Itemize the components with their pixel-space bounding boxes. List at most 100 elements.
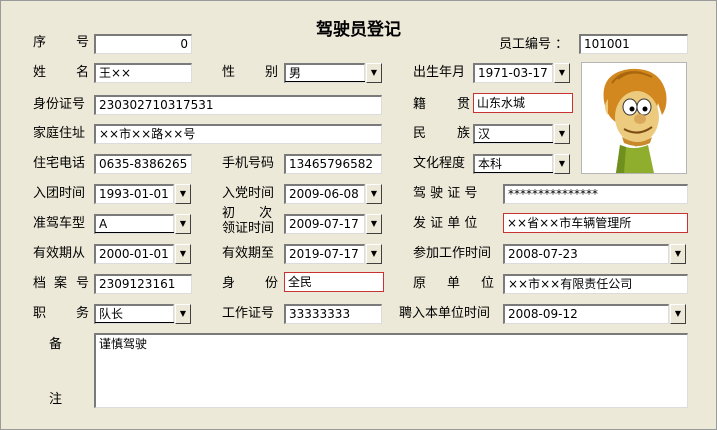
label-seq-2: 号 (76, 35, 90, 50)
chevron-down-icon: ▼ (179, 189, 187, 198)
hire-date-select[interactable]: 2008-09-12 (503, 304, 669, 324)
chevron-down-icon: ▼ (370, 189, 378, 198)
chevron-down-icon: ▼ (179, 309, 187, 318)
employee-no-field[interactable]: 101001 (579, 34, 688, 54)
mobile-field[interactable]: 13465796582 (284, 154, 382, 174)
work-id-field[interactable]: 33333333 (284, 304, 382, 324)
ethnic-select[interactable]: 汉 (473, 124, 553, 144)
position-underline (95, 322, 174, 323)
cartoon-portrait-icon (603, 68, 667, 173)
label-id-card: 身份证号 (33, 97, 86, 112)
league-date-dropdown-button[interactable]: ▼ (175, 184, 191, 204)
label-license-no: 驾 驶 证 号 (413, 186, 478, 201)
education-underline (474, 172, 553, 173)
position-select[interactable]: 队长 (94, 304, 174, 324)
vehicle-type-underline (95, 232, 174, 233)
education-select[interactable]: 本科 (473, 154, 553, 174)
first-issue-date-select[interactable]: 2009-07-17 (284, 214, 365, 234)
chevron-down-icon: ▼ (179, 219, 187, 228)
name-field[interactable]: 王×× (94, 63, 192, 83)
label-name-1: 姓 (33, 65, 47, 80)
label-employee-no: 员工编号 ： (499, 37, 569, 52)
label-ethnic-1: 民 (413, 126, 427, 141)
valid-from-select[interactable]: 2000-01-01 (94, 244, 174, 264)
birth-date-dropdown-button[interactable]: ▼ (554, 63, 570, 83)
label-status-2: 份 (265, 276, 279, 291)
chevron-down-icon: ▼ (558, 159, 566, 168)
hire-date-dropdown-button[interactable]: ▼ (670, 304, 686, 324)
label-position-1: 职 (33, 306, 47, 321)
label-origin-2: 贯 (457, 97, 471, 112)
valid-to-select[interactable]: 2019-07-17 (284, 244, 365, 264)
label-birth-date: 出生年月 (413, 65, 466, 80)
prev-unit-field[interactable]: ××市××有限责任公司 (503, 274, 688, 294)
label-first-issue-2: 领证时间 (222, 221, 275, 236)
label-remarks-2: 注 (49, 392, 63, 407)
position-dropdown-button[interactable]: ▼ (175, 304, 191, 324)
driver-registration-form: 驾驶员登记 序 号 0 员工编号 ： 101001 姓 名 王×× 性 别 男 … (0, 0, 717, 430)
label-position-2: 务 (76, 306, 90, 321)
label-file-no-3: 号 (76, 276, 90, 291)
gender-dropdown-button[interactable]: ▼ (366, 63, 382, 83)
first-issue-date-dropdown-button[interactable]: ▼ (366, 214, 382, 234)
label-remarks-1: 备 (49, 337, 63, 352)
valid-to-dropdown-button[interactable]: ▼ (366, 244, 382, 264)
gender-underline (285, 81, 365, 82)
chevron-down-icon: ▼ (370, 249, 378, 258)
driver-photo[interactable] (581, 62, 687, 174)
license-no-field[interactable]: *************** (503, 184, 688, 204)
label-valid-to: 有效期至 (222, 246, 275, 261)
label-party-date: 入党时间 (222, 186, 275, 201)
label-work-start: 参加工作时间 (413, 246, 492, 261)
label-first-issue-1: 初 次 (222, 206, 283, 221)
gender-select[interactable]: 男 (284, 63, 365, 83)
party-date-dropdown-button[interactable]: ▼ (366, 184, 382, 204)
address-field[interactable]: ××市××路××号 (94, 124, 382, 144)
label-name-2: 名 (76, 65, 90, 80)
label-prev-unit-3: 位 (481, 276, 495, 291)
ethnic-dropdown-button[interactable]: ▼ (554, 124, 570, 144)
file-no-field[interactable]: 2309123161 (94, 274, 192, 294)
label-prev-unit-1: 原 (413, 276, 427, 291)
label-prev-unit-2: 单 (447, 276, 461, 291)
label-origin-1: 籍 (413, 97, 427, 112)
label-valid-from: 有效期从 (33, 246, 86, 261)
label-gender-2: 别 (265, 65, 279, 80)
label-mobile: 手机号码 (222, 156, 275, 171)
vehicle-type-select[interactable]: A (94, 214, 174, 234)
label-issuer: 发 证 单 位 (413, 216, 478, 231)
party-date-select[interactable]: 2009-06-08 (284, 184, 365, 204)
label-work-id: 工作证号 (222, 306, 275, 321)
id-card-field[interactable]: 230302710317531 (94, 95, 382, 115)
vehicle-type-dropdown-button[interactable]: ▼ (175, 214, 191, 234)
birth-date-select[interactable]: 1971-03-17 (473, 63, 553, 83)
label-seq-1: 序 (33, 35, 47, 50)
valid-from-dropdown-button[interactable]: ▼ (175, 244, 191, 264)
league-date-select[interactable]: 1993-01-01 (94, 184, 174, 204)
chevron-down-icon: ▼ (370, 68, 378, 77)
issuer-field[interactable]: ××省××市车辆管理所 (503, 213, 688, 233)
label-hire-date: 聘入本单位时间 (399, 306, 491, 321)
chevron-down-icon: ▼ (674, 309, 682, 318)
home-phone-field[interactable]: 0635-8386265 (94, 154, 192, 174)
work-start-dropdown-button[interactable]: ▼ (670, 244, 686, 264)
label-vehicle-type: 准驾车型 (33, 216, 86, 231)
status-field[interactable]: 全民 (284, 272, 384, 292)
label-file-no-1: 档 (33, 276, 47, 291)
chevron-down-icon: ▼ (674, 249, 682, 258)
label-home-phone: 住宅电话 (33, 156, 86, 171)
label-education: 文化程度 (413, 156, 466, 171)
education-dropdown-button[interactable]: ▼ (554, 154, 570, 174)
label-gender-1: 性 (222, 65, 236, 80)
chevron-down-icon: ▼ (179, 249, 187, 258)
label-file-no-2: 案 (54, 276, 68, 291)
work-start-select[interactable]: 2008-07-23 (503, 244, 669, 264)
label-league-date: 入团时间 (33, 186, 86, 201)
seq-field[interactable]: 0 (94, 34, 192, 54)
ethnic-underline (474, 142, 553, 143)
remarks-textarea[interactable]: 谨慎驾驶 (94, 333, 688, 408)
label-ethnic-2: 族 (457, 126, 471, 141)
label-address: 家庭住址 (33, 126, 86, 141)
origin-field[interactable]: 山东水城 (473, 93, 573, 113)
chevron-down-icon: ▼ (558, 129, 566, 138)
